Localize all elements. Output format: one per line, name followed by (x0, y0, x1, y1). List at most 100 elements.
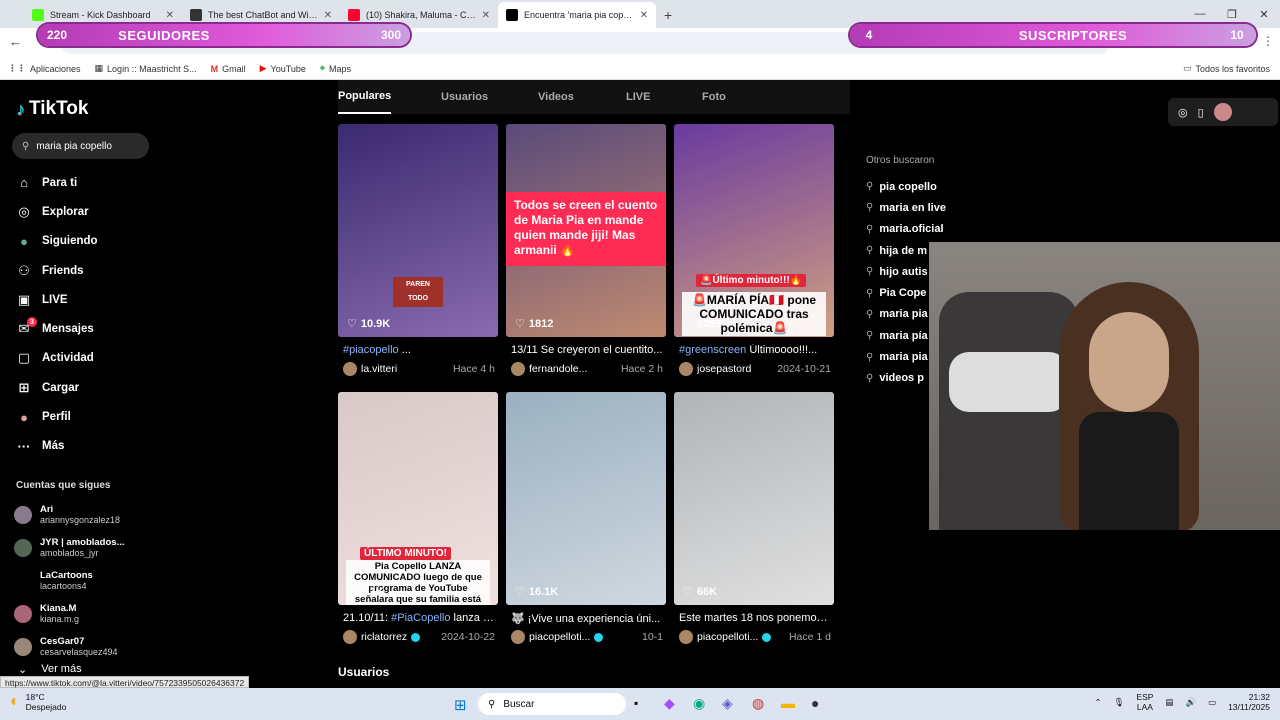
nav-item-actividad[interactable]: ▢ Actividad (14, 344, 164, 373)
followed-account[interactable]: CesGar07 cesarvelasquez494 (14, 630, 164, 663)
back-icon[interactable]: ← (9, 34, 22, 49)
battery-icon[interactable]: ▭ (1208, 697, 1216, 707)
search-input[interactable]: ⚲ maria pia copello (12, 133, 149, 159)
live-icon: ▣ (17, 291, 31, 307)
new-tab-button[interactable]: + (656, 2, 680, 28)
followed-account[interactable]: LaCartoons lacartoons4 (14, 564, 164, 597)
nav-item-siguiendo[interactable]: ● Siguiendo (14, 227, 164, 256)
search-tab-live[interactable]: LIVE (626, 80, 650, 114)
tiktok-logo[interactable]: ♪ TikTok (16, 98, 88, 120)
task-view-icon[interactable]: ▪ (634, 696, 638, 710)
creator-username[interactable]: piacopelloti... (529, 631, 590, 643)
clock[interactable]: 21:32 13/11/2025 (1228, 692, 1270, 712)
search-tab-usuarios[interactable]: Usuarios (441, 80, 488, 114)
nav-item-para-ti[interactable]: ⌂ Para ti (14, 168, 164, 197)
creator-username[interactable]: piacopelloti... (697, 631, 758, 643)
video-thumbnail[interactable]: 🚨Último minuto!!!🔥 🚨MARÍA PÍA🇵🇪 pone COMU… (674, 124, 834, 337)
teams-icon[interactable]: ◈ (722, 695, 733, 712)
creator-avatar[interactable] (679, 362, 693, 376)
creator-username[interactable]: fernandole... (529, 363, 617, 375)
bookmark-item[interactable]: ▦ Login :: Maastricht S... (95, 63, 197, 74)
tray-chevron-icon[interactable]: ⌃ (1094, 697, 1101, 707)
creator-avatar[interactable] (511, 362, 525, 376)
coins-icon[interactable]: ◎ (1178, 106, 1188, 119)
network-icon[interactable]: ▤ (1165, 697, 1173, 707)
bookmark-item[interactable]: ⌖ Maps (320, 63, 351, 74)
creator-username[interactable]: josepastord (697, 363, 773, 375)
video-card[interactable]: ♡ 16.1K 🐺 ¡Vive una experiencia úni... piac… (506, 392, 666, 644)
video-description[interactable]: #piacopello ... (343, 344, 495, 356)
bookmark-item[interactable]: M Gmail (211, 64, 246, 74)
video-thumbnail[interactable]: ♡ 16.1K (506, 392, 666, 605)
status-url: https://www.tiktok.com/@la.vitteri/video… (0, 676, 250, 688)
followed-account[interactable]: JYR | amoblados... amoblados_jyr (14, 531, 164, 564)
see-more-button[interactable]: ⌄ Ver más (18, 663, 82, 676)
related-search-item[interactable]: ⚲ maria en live (866, 197, 946, 218)
related-search-label: maria pia (879, 351, 928, 364)
hashtag-link[interactable]: #greenscreen (679, 344, 746, 356)
microphone-icon[interactable]: 🎙 (1114, 697, 1125, 707)
video-card[interactable]: ♡ 66K Este martes 18 nos ponemos... piacope… (674, 392, 834, 644)
nav-item-más[interactable]: ··· Más (14, 432, 164, 461)
video-thumbnail[interactable]: Todos se creen el cuento de Maria Pia en… (506, 124, 666, 337)
search-tab-populares[interactable]: Populares (338, 80, 392, 114)
language-indicator[interactable]: ESP LAA (1136, 692, 1153, 712)
bookmarks-bar: ▭ Todos los favoritos ⋮⋮ Aplicaciones ▦ Logi… (0, 58, 1280, 80)
likes-count: 5259 (696, 317, 722, 330)
user-avatar[interactable] (1213, 103, 1232, 121)
video-thumbnail[interactable]: ÚLTIMO MINUTO! Pia Copello LANZA COMUNICA… (338, 392, 498, 605)
video-description[interactable]: 13/11 Se creyeron el cuentito... (511, 344, 663, 356)
bookmark-item[interactable]: ▶ YouTube (260, 63, 306, 74)
browser-tab[interactable]: Encuentra 'maria pia copello' e... ✕ (498, 2, 656, 28)
nav-item-perfil[interactable]: ● Perfil (14, 402, 164, 431)
related-search-item[interactable]: ⚲ pia copello (866, 176, 946, 197)
video-card[interactable]: 🚨Último minuto!!!🔥 🚨MARÍA PÍA🇵🇪 pone COMU… (674, 124, 834, 376)
device-icon[interactable]: ▯ (1198, 106, 1204, 119)
all-bookmarks-button[interactable]: ▭ Todos los favoritos (1183, 63, 1270, 74)
tab-close-icon[interactable]: ✕ (166, 10, 174, 21)
hashtag-link[interactable]: #piacopello (343, 344, 399, 356)
followed-account[interactable]: Ari ariannysgonzalez18 (14, 498, 164, 531)
video-description[interactable]: Este martes 18 nos ponemos... (679, 612, 831, 624)
creator-username[interactable]: riclatorrez (361, 631, 407, 643)
creator-avatar[interactable] (679, 630, 693, 644)
volume-icon[interactable]: 🔊 (1185, 697, 1196, 707)
related-search-item[interactable]: ⚲ maria.oficial (866, 219, 946, 240)
close-window-icon[interactable]: ✕ (1248, 0, 1280, 28)
video-card[interactable]: Todos se creen el cuento de Maria Pia en… (506, 124, 666, 376)
video-description[interactable]: 21.10/11: #PiaCopello lanza c... (343, 612, 495, 624)
creator-avatar[interactable] (511, 630, 525, 644)
video-card[interactable]: ÚLTIMO MINUTO! Pia Copello LANZA COMUNICA… (338, 392, 498, 644)
video-description[interactable]: #greenscreen Últimoooo!!!... (679, 344, 831, 356)
nav-item-cargar[interactable]: ⊞ Cargar (14, 373, 164, 402)
search-tab-foto[interactable]: Foto (702, 80, 726, 114)
obs-icon[interactable]: ● (811, 695, 819, 711)
creator-username[interactable]: la.vitteri (361, 363, 449, 375)
video-description[interactable]: 🐺 ¡Vive una experiencia úni... (511, 612, 663, 625)
tab-close-icon[interactable]: ✕ (640, 10, 648, 21)
tab-close-icon[interactable]: ✕ (482, 10, 490, 21)
search-tab-videos[interactable]: Videos (538, 80, 574, 114)
tab-close-icon[interactable]: ✕ (324, 10, 332, 21)
creator-avatar[interactable] (343, 630, 357, 644)
video-thumbnail[interactable]: ♡ 66K (674, 392, 834, 605)
followed-account[interactable]: Kiana.M kiana.m.g (14, 597, 164, 630)
video-card[interactable]: PAREN TODO ♡ 10.9K #piacopello ... la.vitter… (338, 124, 498, 376)
creator-avatar[interactable] (343, 362, 357, 376)
edge-icon[interactable]: ◉ (693, 695, 705, 712)
nav-item-live[interactable]: ▣ LIVE (14, 285, 164, 314)
taskbar-search[interactable]: ⚲ Buscar (478, 693, 626, 715)
weather-widget[interactable]: ◐ 18°C Despejado (10, 692, 66, 712)
hashtag-link[interactable]: #PiaCopello (391, 612, 450, 624)
file-explorer-icon[interactable]: ▬ (781, 695, 795, 711)
copilot-icon[interactable]: ◆ (664, 695, 675, 712)
nav-item-friends[interactable]: ⚇ Friends (14, 256, 164, 285)
video-thumbnail[interactable]: PAREN TODO ♡ 10.9K (338, 124, 498, 337)
subs-goal: 10 (1230, 28, 1244, 42)
bookmark-item[interactable]: ⋮⋮ Aplicaciones (8, 63, 81, 74)
nav-item-explorar[interactable]: ◎ Explorar (14, 197, 164, 226)
chrome-icon[interactable]: ◍ (752, 695, 764, 712)
nav-item-mensajes[interactable]: ✉ 3 Mensajes (14, 314, 164, 343)
windows-start-icon[interactable]: ⊞ (454, 696, 467, 714)
menu-icon[interactable]: ⋮ (1262, 34, 1274, 48)
